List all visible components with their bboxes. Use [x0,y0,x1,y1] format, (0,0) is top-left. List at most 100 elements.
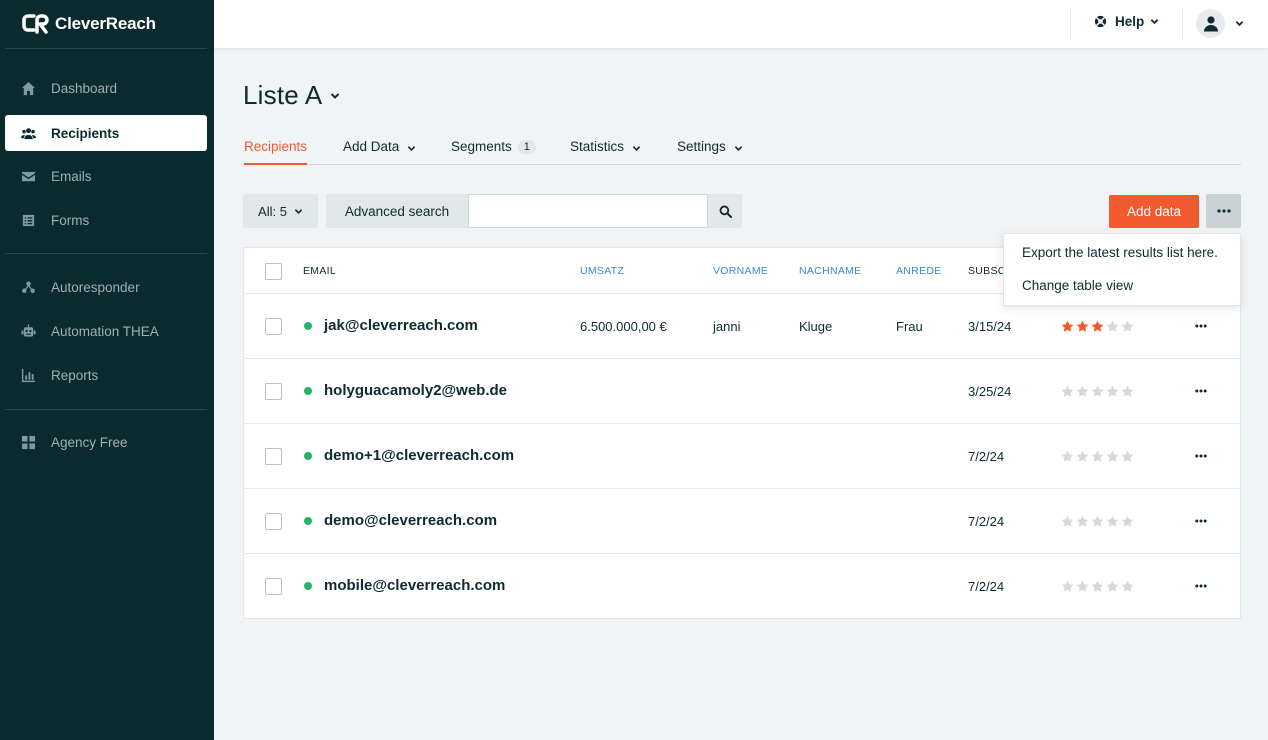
star-icon [1061,515,1074,527]
star-icon [1121,580,1134,592]
ellipsis-icon [1195,324,1207,328]
help-menu-button[interactable]: Help [1094,14,1159,29]
row-checkbox[interactable] [265,448,282,465]
sidebar-item-emails[interactable]: Emails [5,158,207,194]
star-icon [1091,450,1104,462]
table-row[interactable]: mobile@cleverreach.com 7/2/24 [244,554,1240,619]
page-title[interactable]: Liste A [243,80,340,111]
add-data-button[interactable]: Add data [1109,195,1199,228]
recipient-email[interactable]: demo@cleverreach.com [324,512,497,529]
tab-add-data[interactable]: Add Data [343,139,416,165]
row-actions-button[interactable] [1188,511,1214,531]
star-icon [1076,515,1089,527]
tab-label: Segments [451,139,512,154]
column-header-nachname[interactable]: NACHNAME [799,265,862,277]
star-icon [1091,385,1104,397]
sidebar-item-automation-thea[interactable]: Automation THEA [5,313,207,349]
filter-dropdown[interactable]: All: 5 [243,194,318,228]
star-icon [1121,450,1134,462]
star-icon [1091,580,1104,592]
chevron-down-icon [734,146,743,151]
row-actions-button[interactable] [1188,446,1214,466]
column-header-umsatz[interactable]: UMSATZ [580,265,624,277]
autoresponder-icon [20,279,36,295]
star-icon [1061,385,1074,397]
tab-label: Statistics [570,139,625,154]
grid-icon [20,434,36,450]
cell-subscribed-date: 3/25/24 [968,384,1012,399]
app-logo[interactable]: CleverReach [22,12,156,36]
column-header-subscribed: SUBSC [968,265,1006,277]
ellipsis-icon [1195,389,1207,393]
tab-label: Settings [677,139,726,154]
users-icon [20,125,36,141]
more-options-button[interactable] [1206,194,1241,228]
table-row[interactable]: demo+1@cleverreach.com 7/2/24 [244,424,1240,489]
advanced-search-button[interactable]: Advanced search [326,194,468,228]
topbar: Help [214,0,1268,48]
star-icon [1106,320,1119,332]
sidebar-divider [5,48,207,49]
cleverreach-logo-icon [22,13,50,35]
sidebar-item-label: Automation THEA [51,323,159,339]
sidebar-item-recipients[interactable]: Recipients [5,115,207,151]
row-checkbox[interactable] [265,578,282,595]
tab-segments[interactable]: Segments 1 [451,139,536,165]
row-checkbox[interactable] [265,383,282,400]
star-icon [1106,450,1119,462]
row-actions-button[interactable] [1188,316,1214,336]
column-header-vorname[interactable]: VORNAME [713,265,768,277]
star-icon [1121,320,1134,332]
more-options-menu: Export the latest results list here. Cha… [1003,233,1241,306]
filter-label: All: 5 [258,203,287,219]
recipient-email[interactable]: mobile@cleverreach.com [324,577,505,594]
tab-recipients[interactable]: Recipients [244,139,308,165]
sidebar-item-agency-free[interactable]: Agency Free [5,424,207,460]
chevron-down-icon [632,146,641,151]
search-button[interactable] [708,194,742,228]
sidebar-item-dashboard[interactable]: Dashboard [5,70,207,106]
topbar-divider [1070,9,1071,39]
status-active-dot [304,582,312,590]
sidebar-item-autoresponder[interactable]: Autoresponder [5,269,207,305]
star-icon [1061,580,1074,592]
menu-item-change-table-view[interactable]: Change table view [1022,278,1133,293]
recipient-email[interactable]: holyguacamoly2@web.de [324,382,507,399]
tab-label: Add Data [343,139,400,154]
cell-subscribed-date: 3/15/24 [968,319,1012,334]
rating-stars [1061,515,1134,528]
search-input[interactable] [468,194,708,228]
tab-settings[interactable]: Settings [677,139,743,165]
recipient-email[interactable]: jak@cleverreach.com [324,317,478,334]
sidebar-item-label: Recipients [51,125,120,141]
chevron-down-icon [1150,19,1159,25]
star-icon [1106,580,1119,592]
sidebar-item-forms[interactable]: Forms [5,202,207,238]
select-all-checkbox[interactable] [265,263,282,280]
rating-stars [1061,320,1134,333]
row-checkbox[interactable] [265,318,282,335]
ellipsis-icon [1195,454,1207,458]
sidebar-item-label: Autoresponder [51,279,140,295]
row-actions-button[interactable] [1188,576,1214,596]
column-header-anrede[interactable]: ANREDE [896,265,942,277]
status-active-dot [304,322,312,330]
advanced-search-label: Advanced search [344,203,450,219]
cell-subscribed-date: 7/2/24 [968,579,1005,594]
sidebar-item-reports[interactable]: Reports [5,357,207,393]
home-icon [20,80,36,96]
tab-statistics[interactable]: Statistics [570,139,641,165]
star-icon [1061,320,1074,332]
row-actions-button[interactable] [1188,381,1214,401]
recipient-email[interactable]: demo+1@cleverreach.com [324,447,514,464]
ellipsis-icon [1195,519,1207,523]
user-menu-button[interactable] [1196,9,1244,38]
table-row[interactable]: holyguacamoly2@web.de 3/25/24 [244,359,1240,424]
table-row[interactable]: demo@cleverreach.com 7/2/24 [244,489,1240,554]
search-icon [719,205,732,218]
ellipsis-icon [1195,584,1207,588]
cell-nachname: Kluge [799,319,833,334]
menu-item-export-results[interactable]: Export the latest results list here. [1022,245,1218,260]
cell-subscribed-date: 7/2/24 [968,449,1005,464]
row-checkbox[interactable] [265,513,282,530]
